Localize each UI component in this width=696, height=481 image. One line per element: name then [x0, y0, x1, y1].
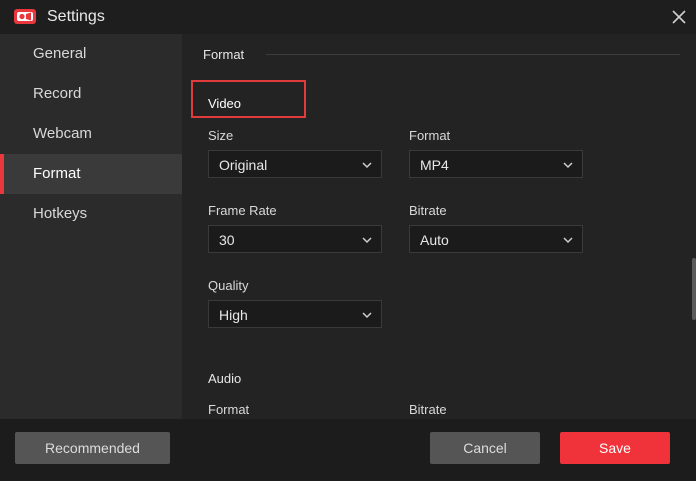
size-select[interactable]: Original	[208, 150, 382, 178]
cancel-button[interactable]: Cancel	[430, 432, 540, 464]
video-heading: Video	[208, 96, 242, 111]
recorder-camera-icon	[14, 9, 36, 24]
video-bitrate-select[interactable]: Auto	[409, 225, 583, 253]
window-title: Settings	[47, 8, 105, 25]
audio-bitrate-label: Bitrate	[409, 402, 447, 417]
sidebar-item-record[interactable]: Record	[0, 74, 182, 114]
video-format-label: Format	[409, 128, 451, 143]
frame-rate-label: Frame Rate	[208, 203, 277, 218]
video-bitrate-value: Auto	[420, 232, 449, 248]
close-icon	[672, 10, 686, 24]
chevron-down-icon	[563, 237, 573, 244]
format-settings-panel: Format Video Size Original Format MP4 Fr…	[182, 34, 696, 419]
video-format-select[interactable]: MP4	[409, 150, 583, 178]
quality-value: High	[219, 307, 248, 323]
video-bitrate-label: Bitrate	[409, 203, 447, 218]
scrollbar-thumb[interactable]	[692, 258, 696, 320]
sidebar-item-webcam[interactable]: Webcam	[0, 114, 182, 154]
frame-rate-value: 30	[219, 232, 235, 248]
sidebar-item-format[interactable]: Format	[0, 154, 182, 194]
section-divider	[266, 54, 680, 55]
section-title: Format	[203, 47, 245, 62]
recommended-button[interactable]: Recommended	[15, 432, 170, 464]
size-value: Original	[219, 157, 268, 173]
chevron-down-icon	[362, 162, 372, 169]
settings-sidebar: General Record Webcam Format Hotkeys	[0, 34, 182, 419]
title-bar: Settings	[0, 0, 696, 34]
size-label: Size	[208, 128, 234, 143]
sidebar-item-general[interactable]: General	[0, 34, 182, 74]
quality-select[interactable]: High	[208, 300, 382, 328]
sidebar-item-hotkeys[interactable]: Hotkeys	[0, 194, 182, 234]
chevron-down-icon	[362, 312, 372, 319]
audio-heading: Audio	[208, 371, 242, 386]
quality-label: Quality	[208, 278, 249, 293]
chevron-down-icon	[563, 162, 573, 169]
video-format-value: MP4	[420, 157, 449, 173]
frame-rate-select[interactable]: 30	[208, 225, 382, 253]
dialog-footer: Recommended Cancel Save	[0, 419, 696, 481]
chevron-down-icon	[362, 237, 372, 244]
save-button[interactable]: Save	[560, 432, 670, 464]
audio-format-label: Format	[208, 402, 250, 417]
close-button[interactable]	[666, 4, 692, 30]
